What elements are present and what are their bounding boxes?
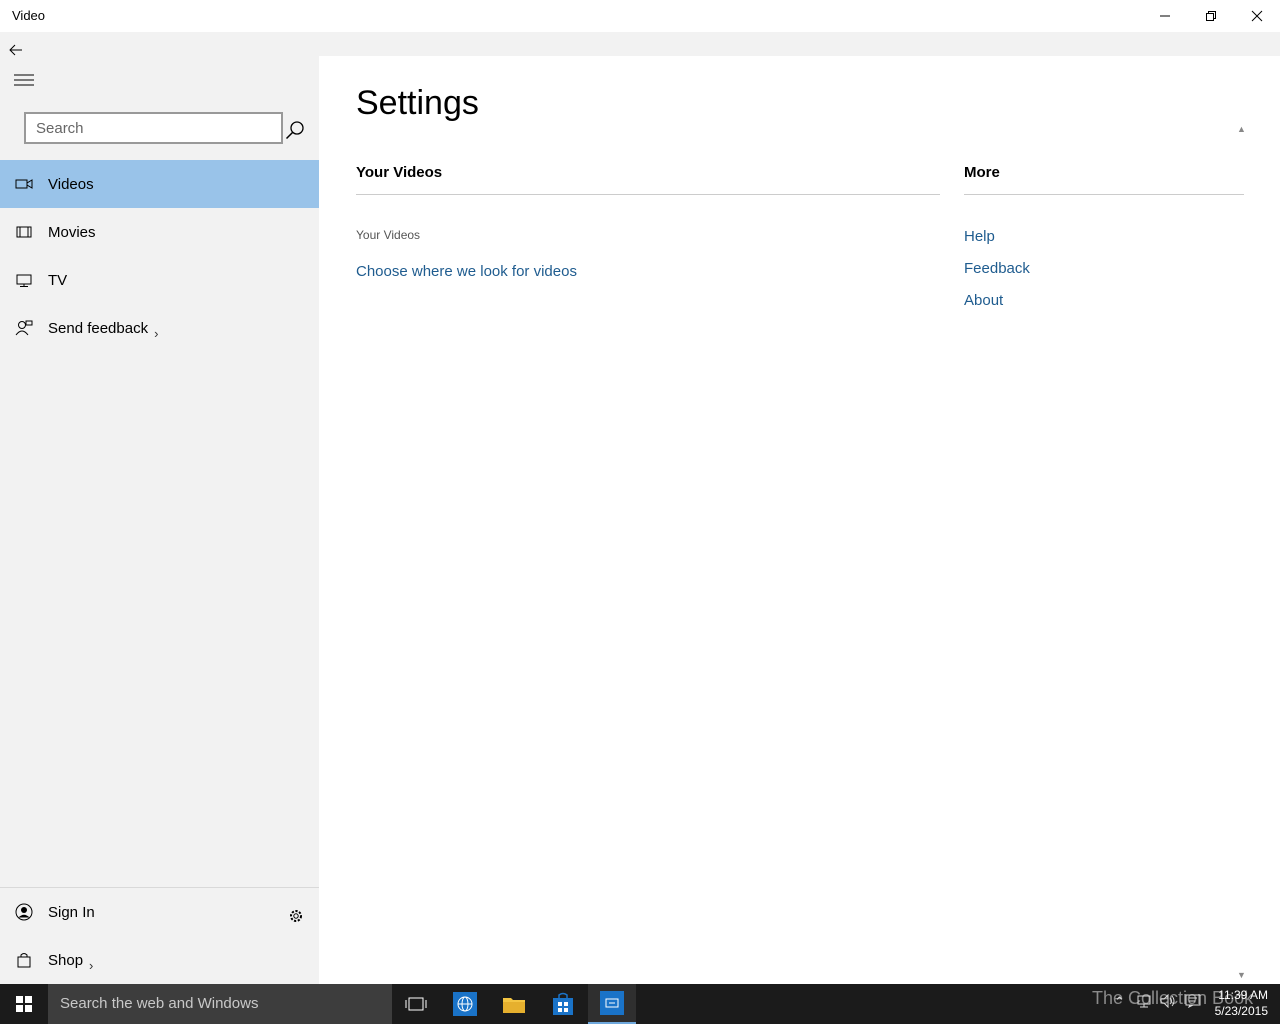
- nav-item-tv[interactable]: TV: [0, 256, 319, 304]
- sign-in-label: Sign In: [48, 903, 95, 921]
- chevron-right-icon: ›: [154, 325, 159, 341]
- task-view-button[interactable]: [392, 984, 440, 1024]
- restore-button[interactable]: [1188, 0, 1234, 32]
- minimize-icon: [1160, 15, 1170, 17]
- about-link[interactable]: About: [964, 292, 1003, 309]
- video-camera-icon: [0, 160, 48, 208]
- minimize-button[interactable]: [1142, 0, 1188, 32]
- feedback-link[interactable]: Feedback: [964, 260, 1030, 277]
- choose-video-locations-link[interactable]: Choose where we look for videos: [356, 263, 577, 280]
- scroll-down-icon[interactable]: ▼: [1237, 970, 1246, 980]
- menu-button[interactable]: [10, 68, 38, 92]
- taskbar-search-box[interactable]: Search the web and Windows: [48, 984, 392, 1024]
- section-divider: [964, 194, 1244, 195]
- clock-time: 11:39 AM: [1218, 988, 1268, 1002]
- app-title: Video: [12, 8, 46, 23]
- section-heading-your-videos: Your Videos: [356, 164, 443, 181]
- taskbar-store-button[interactable]: [539, 984, 587, 1024]
- section-heading-more: More: [964, 164, 1000, 181]
- tv-icon: [0, 256, 48, 304]
- search-button[interactable]: [281, 116, 309, 144]
- help-link[interactable]: Help: [964, 228, 995, 245]
- volume-icon[interactable]: [1160, 993, 1176, 1011]
- shop-button[interactable]: Shop ›: [0, 936, 319, 984]
- scroll-up-icon[interactable]: ▲: [1237, 124, 1246, 134]
- taskbar-video-app-button[interactable]: [588, 984, 636, 1024]
- nav-label: Send feedback: [48, 319, 149, 337]
- close-button[interactable]: [1234, 0, 1280, 32]
- chevron-right-icon: ›: [89, 957, 94, 973]
- nav-item-send-feedback[interactable]: Send feedback ›: [0, 304, 319, 352]
- nav-label: Videos: [48, 175, 94, 193]
- title-bar: Video: [0, 0, 1280, 32]
- film-icon: [0, 208, 48, 256]
- start-button[interactable]: [0, 984, 48, 1024]
- globe-icon: [453, 992, 477, 1016]
- store-bag-icon: [553, 992, 573, 1015]
- settings-page: Settings Your Videos Your Videos Choose …: [319, 56, 1280, 984]
- task-view-icon: [405, 997, 427, 1011]
- your-videos-sub-label: Your Videos: [356, 228, 421, 242]
- taskbar: Search the web and Windows The Collectio…: [0, 984, 1280, 1024]
- settings-button[interactable]: [284, 904, 308, 928]
- person-icon: [0, 888, 48, 936]
- back-arrow-icon: [9, 44, 22, 56]
- taskbar-clock[interactable]: 11:39 AM 5/23/2015: [1210, 987, 1268, 1019]
- folder-icon: [503, 998, 525, 1013]
- hamburger-icon: [14, 74, 34, 86]
- show-hidden-icons-icon[interactable]: ⌃: [1114, 994, 1125, 1010]
- action-center-icon[interactable]: [1185, 994, 1201, 1011]
- section-divider: [356, 194, 940, 195]
- search-input[interactable]: [24, 112, 283, 144]
- restore-icon: [1206, 11, 1216, 21]
- gear-icon: [290, 910, 302, 922]
- shopping-bag-icon: [0, 936, 48, 984]
- sign-in-button[interactable]: Sign In: [0, 888, 319, 936]
- header-strip: [319, 32, 1280, 56]
- windows-logo-icon: [16, 996, 32, 1012]
- feedback-person-icon: [0, 304, 48, 352]
- page-title: Settings: [356, 84, 479, 122]
- nav-label: Movies: [48, 223, 96, 241]
- nav-item-videos[interactable]: Videos: [0, 160, 319, 208]
- back-button[interactable]: [4, 38, 28, 62]
- nav-item-movies[interactable]: Movies: [0, 208, 319, 256]
- shop-label: Shop: [48, 951, 84, 969]
- video-app-icon: [600, 991, 624, 1015]
- taskbar-browser-button[interactable]: [441, 984, 489, 1024]
- clock-date: 5/23/2015: [1214, 1004, 1268, 1018]
- nav-label: TV: [48, 271, 68, 289]
- close-icon: [1251, 10, 1263, 22]
- search-icon: [285, 121, 304, 140]
- taskbar-file-explorer-button[interactable]: [490, 984, 538, 1024]
- network-icon[interactable]: [1136, 994, 1152, 1011]
- sidebar: Videos Movies TV Send feedback › Sign In…: [0, 32, 319, 984]
